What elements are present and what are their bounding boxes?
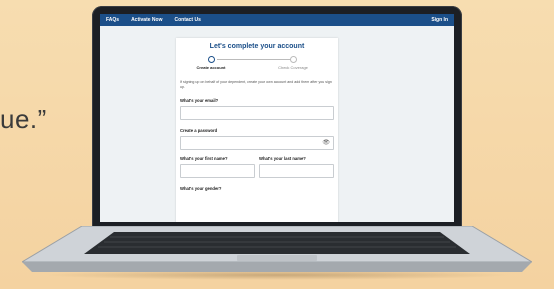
last-name-field[interactable] (259, 164, 334, 178)
email-field[interactable] (180, 106, 334, 120)
first-name-field[interactable] (180, 164, 255, 178)
last-name-label: What's your last name? (259, 156, 306, 161)
signup-card: Let's complete your account Create accou… (176, 38, 338, 222)
eye-slash-icon[interactable]: 👁 (322, 139, 330, 146)
first-name-group: What's your first name? (180, 156, 255, 178)
nav-contact-link[interactable]: Contact Us (174, 17, 200, 23)
top-nav: FAQs Activate Now Contact Us Sign In (100, 14, 454, 26)
user-icon (207, 56, 215, 63)
password-label: Create a password (180, 128, 218, 133)
step-create-account: Create account (186, 56, 236, 70)
last-name-group: What's your last name? (259, 156, 334, 178)
nav-sign-in-link[interactable]: Sign In (431, 17, 448, 23)
email-label: What's your email? (180, 98, 219, 103)
step-label: Create account (196, 65, 226, 70)
laptop-lid: FAQs Activate Now Contact Us Sign In Let… (92, 6, 462, 228)
first-name-label: What's your first name? (180, 156, 228, 161)
nav-faqs-link[interactable]: FAQs (106, 17, 119, 23)
form-title: Let's complete your account (209, 43, 305, 50)
step-check-coverage: Check Coverage (268, 56, 318, 70)
circle-icon (289, 56, 297, 63)
step-label: Check Coverage (278, 65, 308, 70)
name-row: What's your first name? What's your last… (176, 156, 338, 178)
laptop-base (22, 226, 532, 274)
laptop-screen: FAQs Activate Now Contact Us Sign In Let… (100, 14, 454, 222)
quote-fragment: ue.” (0, 104, 47, 134)
nav-activate-link[interactable]: Activate Now (131, 17, 162, 23)
dependent-note: If signing up on behalf of your dependen… (180, 80, 332, 89)
gender-label: What's your gender? (180, 186, 222, 191)
password-field[interactable]: 👁 (180, 136, 334, 150)
progress-stepper: Create account Check Coverage (176, 50, 338, 80)
